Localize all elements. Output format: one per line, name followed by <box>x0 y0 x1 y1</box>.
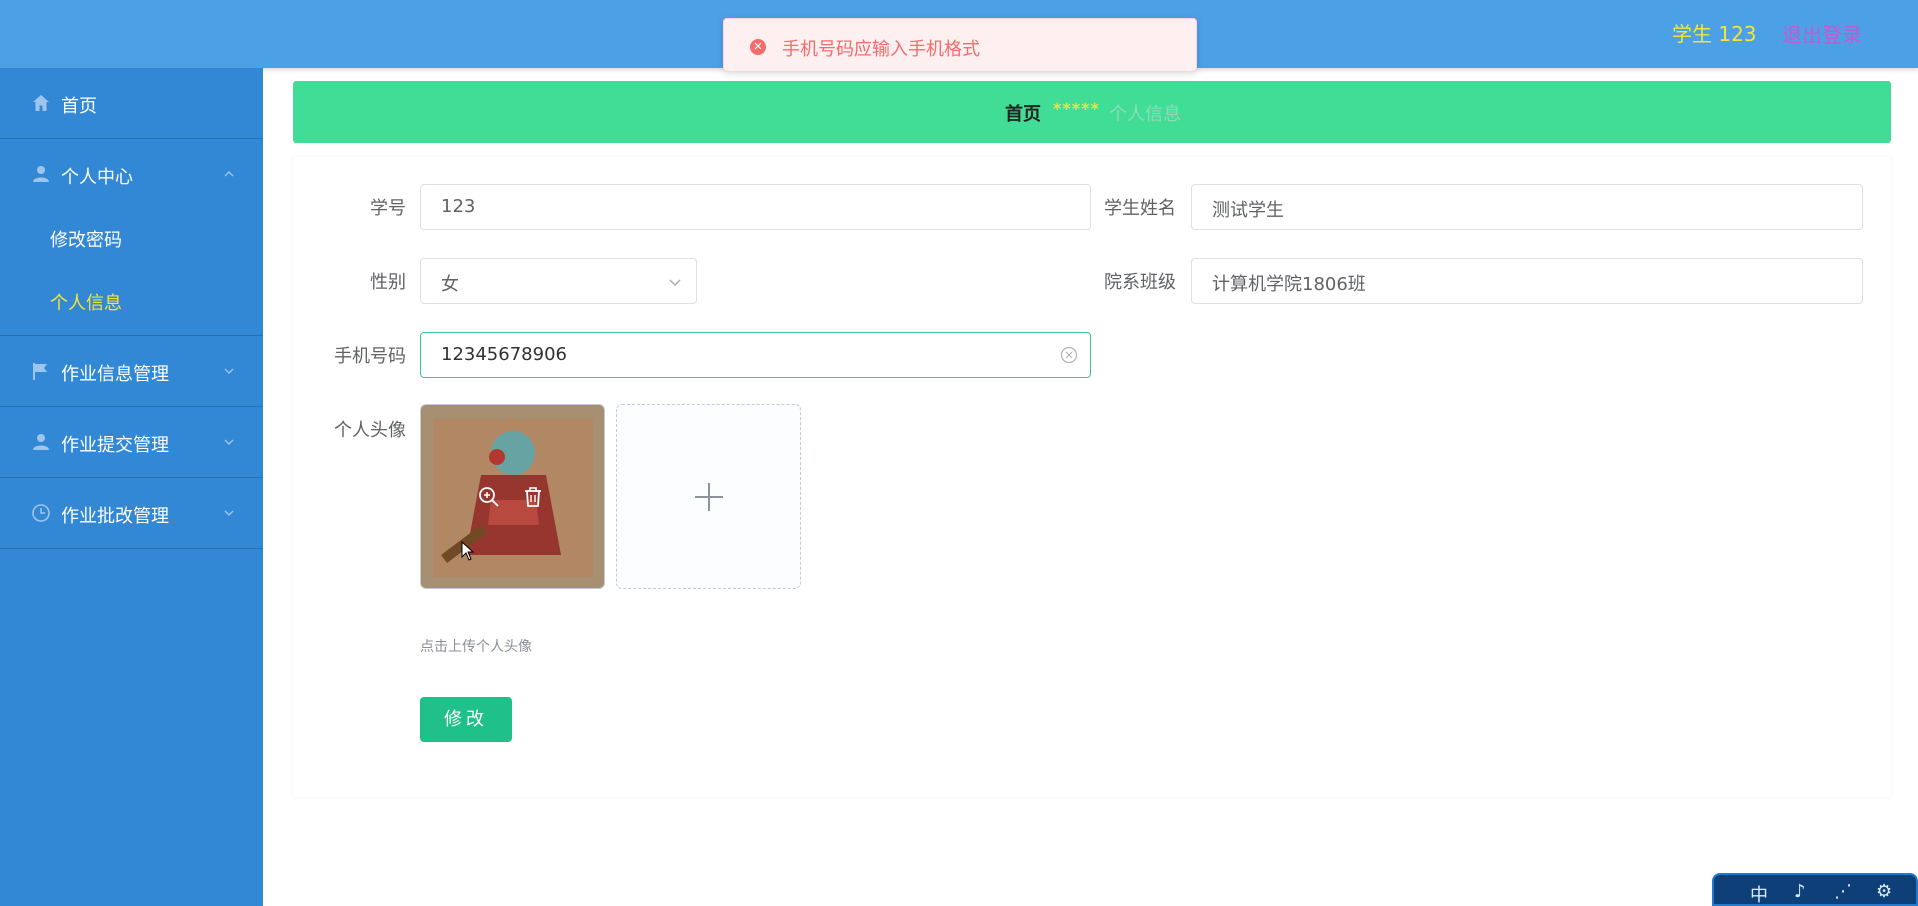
breadcrumb: 首页 ***** 个人信息 <box>293 81 1891 143</box>
chevron-down-icon <box>224 368 234 374</box>
breadcrumb-separator: ***** <box>1053 99 1100 118</box>
gender-select[interactable]: 女 <box>420 258 697 304</box>
sidebar-item-label: 个人中心 <box>61 167 133 188</box>
sidebar: 首页 个人中心 修改密码 个人信息 作业信息管理 作业提交管理 作业批改管理 <box>0 68 263 906</box>
logout-link[interactable]: 退出登录 <box>1782 19 1862 48</box>
avatar-hover-overlay <box>421 405 604 588</box>
sidebar-item-label: 作业批改管理 <box>61 506 169 527</box>
student-id-label: 学号 <box>370 198 406 219</box>
sidebar-item-label: 作业信息管理 <box>61 364 169 385</box>
phone-value: 12345678906 <box>441 344 567 365</box>
student-id-field[interactable]: 123 <box>420 184 1091 230</box>
class-value: 计算机学院1806班 <box>1212 274 1366 295</box>
floating-toolbar-widget[interactable]: 中 ♪ ⋰ ⚙ <box>1712 873 1918 906</box>
music-icon[interactable]: ♪ <box>1794 881 1806 902</box>
mouse-cursor-icon <box>461 541 475 561</box>
student-name-label: 学生姓名 <box>1104 198 1176 219</box>
breadcrumb-home[interactable]: 首页 <box>1005 100 1041 126</box>
sidebar-item-homework-submit[interactable]: 作业提交管理 <box>0 407 263 478</box>
sidebar-item-personal-center[interactable]: 个人中心 <box>0 139 263 209</box>
phone-field[interactable]: 12345678906 <box>420 332 1091 378</box>
sidebar-item-label: 作业提交管理 <box>61 435 169 456</box>
user-icon <box>33 166 49 182</box>
user-role-label: 学生 123 <box>1672 22 1757 46</box>
flag-icon <box>33 363 47 380</box>
sidebar-item-homework-grading[interactable]: 作业批改管理 <box>0 478 263 549</box>
chevron-down-icon <box>669 279 681 286</box>
gender-label: 性别 <box>370 272 406 293</box>
sidebar-item-label: 首页 <box>61 96 97 117</box>
user-icon <box>33 434 49 450</box>
home-icon <box>33 95 49 111</box>
avatar-thumbnail[interactable] <box>420 404 605 589</box>
sidebar-subitem-change-password[interactable]: 修改密码 <box>50 226 122 252</box>
avatar-label: 个人头像 <box>334 420 406 441</box>
breadcrumb-current: 个人信息 <box>1109 104 1181 125</box>
sidebar-item-homework-info[interactable]: 作业信息管理 <box>0 336 263 407</box>
plus-icon <box>695 483 723 511</box>
sidebar-item-home[interactable]: 首页 <box>0 68 263 139</box>
widget-item-ime[interactable]: 中 <box>1750 881 1768 906</box>
zoom-in-icon[interactable] <box>477 485 501 509</box>
error-toast: ✕ 手机号码应输入手机格式 <box>723 18 1197 72</box>
sidebar-subitem-personal-info[interactable]: 个人信息 <box>50 289 122 315</box>
student-name-field[interactable]: 测试学生 <box>1191 184 1863 230</box>
chevron-up-icon <box>224 171 234 177</box>
chevron-down-icon <box>224 510 234 516</box>
upload-hint: 点击上传个人头像 <box>420 639 532 655</box>
delete-icon[interactable] <box>521 485 545 509</box>
class-field[interactable]: 计算机学院1806班 <box>1191 258 1863 304</box>
submit-button[interactable]: 修改 <box>420 697 512 742</box>
gender-value: 女 <box>441 274 459 295</box>
phone-label: 手机号码 <box>334 346 406 367</box>
class-label: 院系班级 <box>1104 272 1176 293</box>
share-icon[interactable]: ⋰ <box>1834 881 1852 902</box>
settings-icon[interactable]: ⚙ <box>1876 881 1892 902</box>
error-icon: ✕ <box>750 39 766 55</box>
student-id-value: 123 <box>441 196 476 217</box>
clear-icon[interactable] <box>1060 346 1078 364</box>
toast-message: 手机号码应输入手机格式 <box>782 39 980 60</box>
chevron-down-icon <box>224 439 234 445</box>
student-name-value: 测试学生 <box>1212 200 1284 221</box>
sidebar-group-personal-center: 个人中心 修改密码 个人信息 <box>0 139 263 336</box>
avatar-upload-button[interactable] <box>616 404 801 589</box>
clock-icon <box>32 504 50 522</box>
